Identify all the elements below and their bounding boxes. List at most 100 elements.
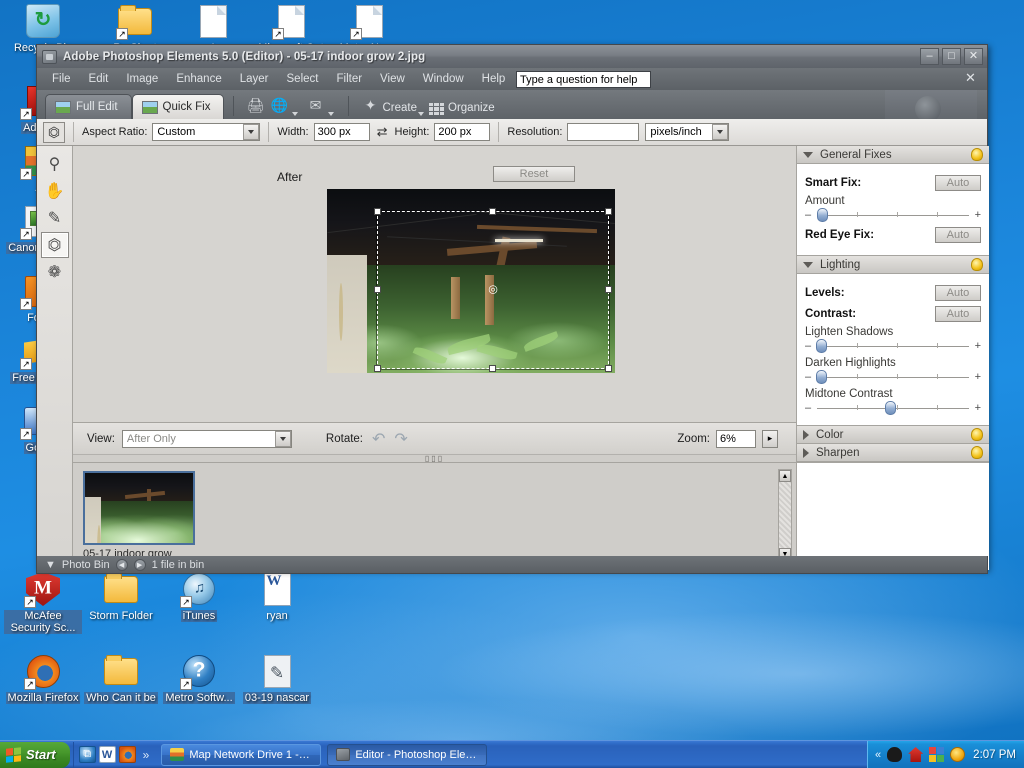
lightbulb-icon[interactable] (971, 148, 983, 161)
menu-filter[interactable]: Filter (327, 70, 371, 88)
help-search-input[interactable]: Type a question for help (516, 71, 651, 88)
crop-handle-nw[interactable] (374, 208, 381, 215)
crop-handle-n[interactable] (489, 208, 496, 215)
overflow-chevron-icon[interactable]: » (139, 748, 154, 762)
width-input[interactable]: 300 px (313, 123, 370, 141)
desktop-icon-folder[interactable]: Storm Folder (82, 570, 160, 622)
menu-enhance[interactable]: Enhance (167, 70, 230, 88)
palette-header-general-fixes[interactable]: General Fixes (797, 146, 989, 164)
crop-handle-ne[interactable] (605, 208, 612, 215)
colors-tray-icon[interactable] (929, 747, 945, 762)
photo-bin-scrollbar[interactable]: ▲ ▼ (778, 469, 792, 561)
hand-tool[interactable]: ✋ (41, 178, 69, 204)
previous-photo-button[interactable]: ◀ (115, 558, 128, 571)
crop-tool[interactable]: ⏣ (40, 232, 69, 258)
darken-highlights-slider[interactable]: – + (805, 370, 981, 384)
email-button[interactable]: ✉ (303, 94, 327, 116)
levels-auto-button[interactable]: Auto (935, 285, 981, 301)
crop-handle-s[interactable] (489, 365, 496, 372)
lighten-shadows-slider[interactable]: – + (805, 339, 981, 353)
lighten-shadows-knob[interactable] (816, 339, 827, 353)
height-input[interactable]: 200 px (434, 123, 491, 141)
desktop-icon-firefox[interactable]: Mozilla Firefox (4, 652, 82, 704)
contrast-auto-button[interactable]: Auto (935, 306, 981, 322)
amount-slider[interactable]: – + (805, 208, 981, 222)
red-eye-removal-tool[interactable]: ❁ (41, 259, 69, 285)
close-button[interactable]: ✕ (964, 48, 983, 65)
start-button[interactable]: Start (0, 741, 70, 768)
desktop-icon-document[interactable]: 03-19 nascar (238, 652, 316, 704)
midtone-contrast-slider[interactable]: – + (805, 401, 981, 415)
zoom-input[interactable]: 6% (716, 429, 756, 448)
desktop-icon-folder[interactable]: Who Can it be (82, 652, 160, 704)
amount-slider-knob[interactable] (817, 208, 828, 222)
menu-layer[interactable]: Layer (231, 70, 278, 88)
chevron-down-icon[interactable] (712, 124, 729, 140)
darken-highlights-knob[interactable] (816, 370, 827, 384)
palette-header-color[interactable]: Color (797, 426, 989, 444)
chevron-down-icon[interactable] (274, 430, 291, 447)
chevron-down-icon[interactable] (243, 124, 260, 140)
canvas-pane[interactable]: After Reset ◎ (73, 146, 796, 422)
zoom-dropdown-arrow[interactable]: ▸ (762, 429, 778, 448)
tab-quick-fix[interactable]: Quick Fix (131, 94, 225, 119)
document-close-button[interactable]: ✕ (962, 70, 979, 87)
rotate-left-icon[interactable]: ↶ (372, 429, 385, 449)
organize-label[interactable]: Organize (448, 102, 495, 114)
crop-handle-sw[interactable] (374, 365, 381, 372)
next-photo-button[interactable]: ▶ (133, 558, 146, 571)
crop-handle-se[interactable] (605, 365, 612, 372)
create-icon-button[interactable]: ✦ (358, 94, 382, 116)
sunburst-tray-icon[interactable] (950, 747, 966, 762)
clock[interactable]: 2:07 PM (973, 749, 1016, 761)
palette-header-sharpen[interactable]: Sharpen (797, 444, 989, 462)
view-mode-select[interactable]: After Only (121, 429, 292, 448)
minimize-button[interactable]: – (920, 48, 939, 65)
image-canvas[interactable]: ◎ (327, 189, 615, 373)
lightbulb-icon[interactable] (971, 428, 983, 441)
menu-file[interactable]: File (43, 70, 80, 88)
thumbnail-image[interactable] (83, 471, 195, 545)
desktop-icon-itunes[interactable]: iTunes (160, 570, 238, 622)
firefox-icon[interactable] (118, 746, 136, 763)
midtone-contrast-knob[interactable] (885, 401, 896, 415)
crop-handle-w[interactable] (374, 286, 381, 293)
menu-view[interactable]: View (371, 70, 414, 88)
menu-image[interactable]: Image (117, 70, 167, 88)
word-icon[interactable]: W (98, 746, 116, 763)
crop-handle-e[interactable] (605, 286, 612, 293)
resolution-input[interactable] (567, 123, 640, 141)
shield-tray-icon[interactable] (887, 747, 903, 762)
selection-brush-tool[interactable]: ✎ (41, 205, 69, 231)
print-button[interactable]: 🖨 (243, 94, 267, 116)
swap-arrows-icon[interactable]: ⇄ (377, 124, 388, 140)
maximize-button[interactable]: □ (942, 48, 961, 65)
scroll-up-button[interactable]: ▲ (779, 470, 791, 482)
show-desktop-icon[interactable]: ⧉ (78, 746, 96, 763)
tab-full-edit[interactable]: Full Edit (45, 94, 132, 119)
desktop-icon-word-document[interactable]: ryan (238, 570, 316, 622)
tray-expand-chevron-icon[interactable]: « (875, 749, 881, 761)
photo-bin-label[interactable]: Photo Bin (62, 559, 110, 571)
lightbulb-icon[interactable] (971, 258, 983, 271)
rotate-right-icon[interactable]: ↷ (394, 429, 407, 449)
reset-button[interactable]: Reset (493, 166, 575, 182)
create-dropdown-arrow[interactable] (418, 112, 424, 116)
share-button[interactable]: 🌐 (267, 94, 291, 116)
menu-window[interactable]: Window (414, 70, 473, 88)
taskbar-button-photoshop-editor[interactable]: Editor - Photoshop Eleme... (327, 743, 488, 766)
crop-selection[interactable]: ◎ (374, 208, 612, 372)
desktop-icon-help[interactable]: Metro Softw... (160, 652, 238, 704)
menu-help[interactable]: Help (473, 70, 515, 88)
collapse-icon[interactable]: ▼ (45, 559, 56, 571)
scrollbar-track[interactable] (779, 482, 791, 548)
aspect-ratio-select[interactable]: Custom (152, 123, 261, 141)
red-eye-fix-auto-button[interactable]: Auto (935, 227, 981, 243)
taskbar-button-map-network-drive[interactable]: Map Network Drive 1 - P... (161, 743, 322, 766)
create-label[interactable]: Create (382, 102, 417, 114)
menu-edit[interactable]: Edit (80, 70, 118, 88)
email-dropdown-arrow[interactable] (328, 112, 335, 116)
pane-resize-grip[interactable]: ▯▯▯ (73, 454, 796, 463)
palette-header-lighting[interactable]: Lighting (797, 256, 989, 274)
smart-fix-auto-button[interactable]: Auto (935, 175, 981, 191)
